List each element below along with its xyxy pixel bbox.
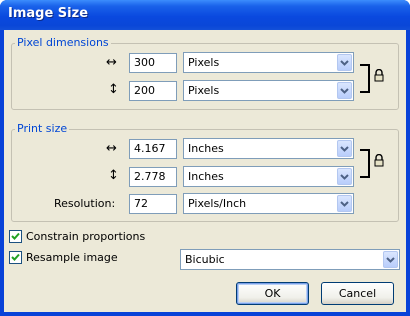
print-height-unit-select[interactable]: Inches [183, 166, 354, 187]
pixel-width-unit-select[interactable]: Pixels [183, 52, 354, 73]
resolution-unit-select[interactable]: Pixels/Inch [183, 193, 354, 214]
resample-image-checkbox[interactable] [9, 251, 22, 264]
pixel-height-unit-select[interactable]: Pixels [183, 80, 354, 101]
chevron-down-icon[interactable] [337, 168, 352, 185]
resample-method-select[interactable]: Bicubic [180, 249, 400, 270]
print-height-input[interactable]: 2.778 [129, 167, 177, 187]
ok-button[interactable]: OK [236, 282, 309, 305]
pixel-height-input[interactable]: 200 [129, 81, 177, 101]
print-width-unit-select[interactable]: Inches [183, 138, 354, 159]
print-height-unit-value: Inches [188, 170, 224, 183]
print-constrain-bracket [360, 149, 370, 178]
dialog-client-area: Pixel dimensions ↔ 300 Pixels ↕ 200 Pixe… [4, 30, 406, 312]
pixel-constrain-bracket [360, 64, 370, 93]
resolution-input[interactable]: 72 [129, 194, 177, 214]
height-arrow-icon: ↕ [108, 82, 119, 97]
lock-icon [374, 69, 384, 82]
title-bar[interactable]: Image Size [0, 0, 410, 30]
constrain-proportions-checkbox[interactable] [9, 230, 22, 243]
cancel-button[interactable]: Cancel [321, 282, 394, 305]
pixel-width-input[interactable]: 300 [129, 53, 177, 73]
image-size-dialog: Image Size Pixel dimensions ↔ 300 Pixels… [0, 0, 410, 316]
chevron-down-icon[interactable] [337, 140, 352, 157]
pixel-width-unit-value: Pixels [188, 56, 220, 69]
chevron-down-icon[interactable] [337, 54, 352, 71]
chevron-down-icon[interactable] [337, 82, 352, 99]
print-width-input[interactable]: 4.167 [129, 139, 177, 159]
pixel-height-unit-value: Pixels [188, 84, 220, 97]
pixel-dimensions-legend: Pixel dimensions [15, 36, 111, 49]
print-width-unit-value: Inches [188, 142, 224, 155]
dialog-title: Image Size [8, 6, 89, 21]
resolution-unit-value: Pixels/Inch [188, 197, 247, 210]
print-size-legend: Print size [15, 122, 70, 135]
resample-image-label[interactable]: Resample image [26, 251, 118, 264]
checkmark-icon [11, 253, 20, 261]
height-arrow-icon: ↕ [108, 168, 119, 183]
resolution-label: Resolution: [54, 197, 116, 210]
chevron-down-icon[interactable] [383, 251, 398, 268]
checkmark-icon [11, 232, 20, 240]
width-arrow-icon: ↔ [106, 141, 117, 156]
constrain-proportions-label[interactable]: Constrain proportions [26, 230, 145, 243]
width-arrow-icon: ↔ [106, 55, 117, 70]
chevron-down-icon[interactable] [337, 195, 352, 212]
resample-method-value: Bicubic [185, 253, 225, 266]
lock-icon [374, 154, 384, 167]
